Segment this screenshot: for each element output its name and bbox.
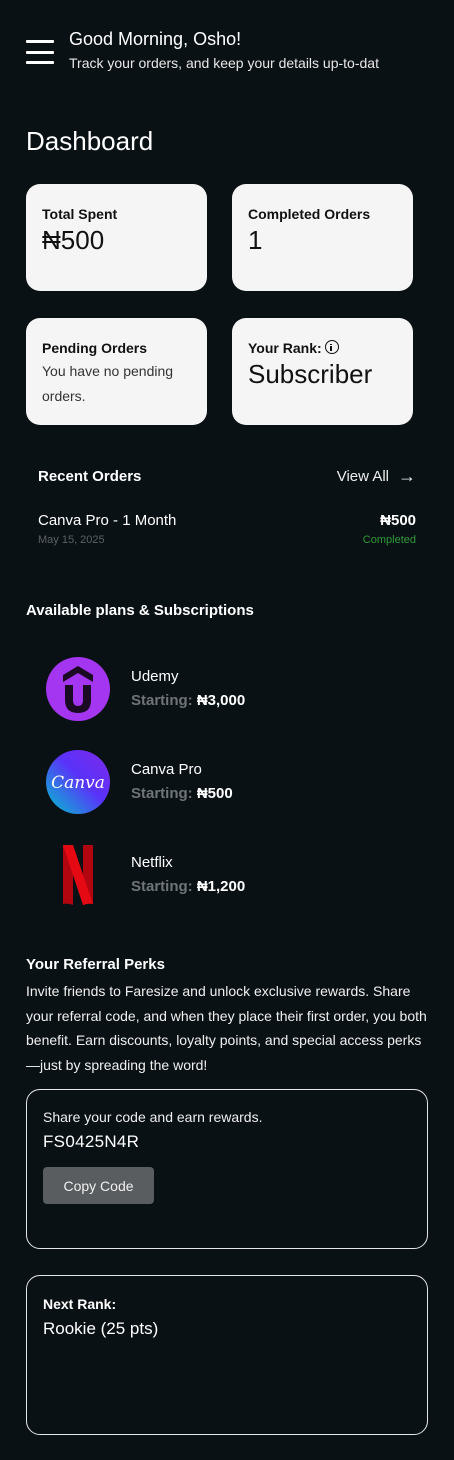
arrow-right-icon: → — [398, 466, 416, 486]
order-date: May 15, 2025 — [38, 534, 105, 546]
starting-label: Starting: — [131, 878, 193, 895]
referral-description: Invite friends to Faresize and unlock ex… — [26, 983, 427, 1073]
pending-orders-label: Pending Orders — [42, 340, 148, 356]
order-name: Canva Pro - 1 Month — [38, 512, 177, 529]
plan-price: Starting: ₦3,000 — [131, 691, 245, 711]
starting-label: Starting: — [131, 692, 193, 709]
recent-orders-header: Recent Orders View All → — [38, 466, 416, 487]
total-spent-label: Total Spent — [42, 206, 118, 222]
header: Good Morning, Osho! Track your orders, a… — [26, 28, 434, 72]
dashboard-page: Good Morning, Osho! Track your orders, a… — [0, 0, 454, 1460]
view-all-label: View All — [336, 468, 389, 485]
plan-name: Udemy — [131, 668, 179, 685]
recent-orders-section: Recent Orders View All → Canva Pro - 1 M… — [38, 466, 416, 546]
order-row[interactable]: Canva Pro - 1 Month May 15, 2025 ₦500 Co… — [38, 512, 416, 546]
completed-orders-label: Completed Orders — [248, 206, 371, 222]
share-text: Share your code and earn rewards. — [43, 1109, 263, 1125]
page-title: Dashboard — [26, 126, 154, 156]
order-price: ₦500 — [380, 512, 416, 529]
recent-orders-title: Recent Orders — [38, 468, 142, 485]
view-all-link[interactable]: View All → — [337, 466, 416, 487]
plan-item-netflix[interactable]: Netflix Starting: ₦1,200 — [46, 843, 245, 907]
plan-item-canva-pro[interactable]: Canva Canva Pro Starting: ₦500 — [46, 750, 233, 814]
next-rank-label: Next Rank: — [43, 1296, 117, 1312]
next-rank-value: Rookie (25 pts) — [43, 1319, 159, 1338]
plan-price: Starting: ₦500 — [131, 784, 233, 804]
referral-title: Your Referral Perks — [26, 956, 165, 973]
hamburger-menu-icon[interactable] — [26, 38, 54, 66]
plan-price-value: ₦1,200 — [196, 878, 246, 895]
completed-orders-card: Completed Orders 1 — [232, 184, 413, 291]
plan-info: Canva Pro Starting: ₦500 — [131, 760, 233, 804]
order-status: Completed — [362, 534, 416, 546]
starting-label: Starting: — [131, 785, 193, 802]
plan-info: Udemy Starting: ₦3,000 — [131, 667, 245, 711]
greeting-title: Good Morning, Osho! — [69, 29, 242, 49]
rank-value: Subscriber — [248, 359, 373, 389]
total-spent-card: Total Spent ₦500 — [26, 184, 207, 291]
plan-info: Netflix Starting: ₦1,200 — [131, 853, 245, 897]
order-info: Canva Pro - 1 Month May 15, 2025 — [38, 512, 176, 546]
order-meta: ₦500 Completed — [363, 512, 416, 546]
plan-item-udemy[interactable]: Udemy Starting: ₦3,000 — [46, 657, 245, 721]
rank-label-row: Your Rank: — [248, 339, 397, 357]
plan-price-value: ₦3,000 — [196, 692, 246, 709]
plan-name: Canva Pro — [131, 761, 202, 778]
canva-logo-icon: Canva — [46, 750, 110, 814]
plans-title: Available plans & Subscriptions — [26, 602, 254, 619]
copy-code-button[interactable]: Copy Code — [43, 1167, 154, 1204]
total-spent-value: ₦500 — [42, 225, 105, 255]
completed-orders-value: 1 — [248, 225, 263, 255]
info-icon[interactable] — [324, 340, 339, 354]
pending-orders-text: You have no pending orders. — [42, 363, 174, 404]
plan-price: Starting: ₦1,200 — [131, 877, 245, 897]
rank-card: Your Rank: Subscriber — [232, 318, 413, 425]
rank-label: Your Rank: — [248, 340, 322, 356]
plan-price-value: ₦500 — [196, 785, 233, 802]
netflix-logo-icon — [46, 843, 110, 907]
udemy-logo-icon — [46, 657, 110, 721]
next-rank-box: Next Rank: Rookie (25 pts) — [26, 1275, 428, 1435]
canva-logo-text: Canva — [51, 773, 105, 793]
greeting-block: Good Morning, Osho! Track your orders, a… — [69, 28, 379, 72]
pending-orders-card: Pending Orders You have no pending order… — [26, 318, 207, 425]
plan-name: Netflix — [131, 854, 173, 871]
referral-code-box: Share your code and earn rewards. FS0425… — [26, 1089, 428, 1249]
greeting-subtitle: Track your orders, and keep your details… — [69, 55, 379, 71]
referral-code: FS0425N4R — [43, 1132, 140, 1151]
